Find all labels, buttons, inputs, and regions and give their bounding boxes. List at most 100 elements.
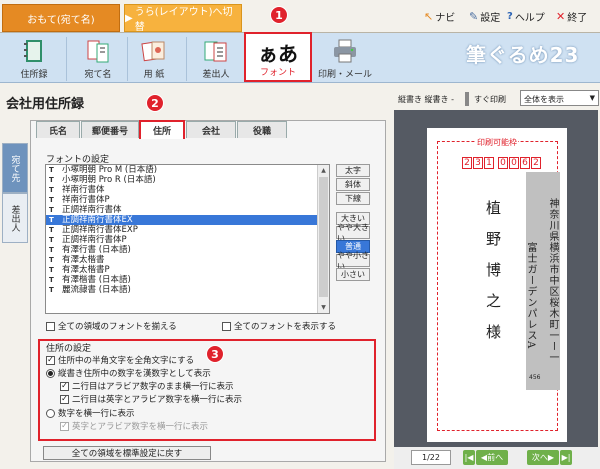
font-list-item[interactable]: T 有澤行書 (日本語)	[46, 245, 329, 255]
font-list-items: T 小塚明朝 Pro M (日本語) T 小塚明朝 Pro R (日本語) T 祥南行書体…	[46, 165, 329, 295]
font-list-item[interactable]: T 小塚明朝 Pro R (日本語)	[46, 175, 329, 185]
tab-switch-back[interactable]: ▶ うら(レイアウト)へ切替	[124, 4, 242, 33]
postal-digit: 1	[484, 157, 494, 169]
scroll-up-icon[interactable]: ▲	[318, 165, 329, 175]
font-name: 祥南行書体P	[62, 195, 110, 205]
help-link[interactable]: ? ヘルプ	[507, 9, 545, 24]
navi-link[interactable]: ↖ ナビ	[424, 9, 455, 24]
row2-alnum-checkbox[interactable]: ✓ 二行目は英字とアラビア数字を横一行に表示	[60, 393, 242, 405]
close-icon: ✕	[556, 10, 566, 23]
alnum-horizontal-label: 英字とアラビア数字を横一行に表示	[72, 422, 209, 432]
settings-link[interactable]: ✎ 設定	[469, 9, 500, 24]
category-addressee[interactable]: 宛て先	[2, 143, 28, 193]
size-button[interactable]: やや小さい	[336, 251, 370, 271]
font-name: 有澤太楷書	[62, 255, 105, 265]
tab-address[interactable]: 住所	[139, 120, 185, 139]
address-line-1[interactable]: 神奈川県横浜市中区桜木町一ー一	[538, 172, 560, 390]
font-list-item[interactable]: T 正調祥南行書体EX	[46, 215, 329, 225]
address-number: 456	[529, 374, 541, 381]
tab-postal-code[interactable]: 郵便番号	[81, 121, 139, 138]
category-sender[interactable]: 差出人	[2, 193, 28, 243]
font-list-item[interactable]: T 正調祥南行書体	[46, 205, 329, 215]
tab-name[interactable]: 氏名	[36, 121, 80, 138]
font-list-item[interactable]: T 祥南行書体P	[46, 195, 329, 205]
font-list-item[interactable]: T 麗流隷書 (日本語)	[46, 285, 329, 295]
cursor-arrow-icon: ↖	[424, 10, 434, 23]
prev-page-button[interactable]: ◀ 前へ	[476, 450, 508, 465]
address-book-title: 会社用住所録	[6, 97, 85, 112]
check-icon: ✓	[46, 355, 55, 365]
ribbon-addressee-button[interactable]: 宛て名	[68, 35, 128, 83]
font-list-item[interactable]: T 正調祥南行書体EXP	[46, 225, 329, 235]
size-button[interactable]: 小さい	[336, 268, 370, 281]
truetype-icon: T	[49, 266, 54, 274]
font-list-item[interactable]: T 有澤楷書 (日本語)	[46, 275, 329, 285]
bold-button[interactable]: 太字	[336, 164, 370, 177]
alnum-horizontal-checkbox[interactable]: ✓ 英字とアラビア数字を横一行に表示	[60, 420, 208, 432]
badge-2-number: 2	[146, 94, 164, 112]
postal-digit: 0	[509, 157, 519, 169]
font-list-item[interactable]: T 正調祥南行書体P	[46, 235, 329, 245]
postal-digit: 3	[473, 157, 483, 169]
horizontal-number-radio[interactable]: 数字を横一行に表示	[46, 407, 135, 419]
ribbon-label-font: フォント	[259, 68, 296, 78]
first-page-button[interactable]: |◀	[463, 450, 475, 465]
tab-front-address[interactable]: おもて(宛て名)	[2, 4, 120, 32]
ribbon-label-paper: 用 紙	[143, 70, 165, 80]
ribbon-font-button[interactable]: ぁあ フォント	[244, 32, 312, 82]
font-list-item[interactable]: T 小塚明朝 Pro M (日本語)	[46, 165, 329, 175]
address-book-icon	[24, 40, 42, 62]
reset-defaults-button[interactable]: 全ての領域を標準設定に戻す	[43, 446, 211, 460]
italic-button[interactable]: 斜体	[336, 178, 370, 191]
fullwidth-checkbox[interactable]: ✓ 住所中の半角文字を全角文字にする	[46, 354, 194, 366]
font-name: 正調祥南行書体P	[62, 235, 127, 245]
address-line-2[interactable]: 富士ガーデンパレスA	[525, 172, 538, 390]
font-list-scrollbar[interactable]: ▲ ▼	[317, 165, 329, 313]
kanji-number-radio[interactable]: 縦書き住所中の数字を漢数字として表示	[46, 367, 211, 379]
postcard-icon	[87, 40, 109, 63]
postal-digit: 6	[520, 157, 530, 169]
last-page-button[interactable]: ▶|	[560, 450, 572, 465]
chevron-down-icon: ▼	[589, 94, 595, 102]
truetype-icon: T	[49, 196, 54, 204]
quit-label: 終了	[567, 13, 588, 24]
scroll-down-icon[interactable]: ▼	[318, 302, 329, 312]
ribbon-print-mail-button[interactable]: 印刷・メール	[310, 35, 380, 83]
recipient-name[interactable]: 植野博之様	[483, 200, 504, 355]
font-list-item[interactable]: T 有澤太楷書	[46, 255, 329, 265]
address-section-label: 住所の設定	[46, 344, 92, 354]
align-fonts-checkbox[interactable]: 全ての領域のフォントを揃える	[46, 320, 177, 332]
row2-arabic-checkbox[interactable]: ✓ 二行目はアラビア数字のまま横一行に表示	[60, 380, 234, 392]
underline-button[interactable]: 下線	[336, 192, 370, 205]
postal-digit: 2	[531, 157, 541, 169]
view-select[interactable]: 全体を表示 ▼	[520, 90, 599, 106]
font-list-item[interactable]: T 祥南行書体	[46, 185, 329, 195]
fullwidth-label: 住所中の半角文字を全角文字にする	[58, 356, 195, 366]
ribbon-sender-button[interactable]: 差出人	[186, 35, 246, 83]
last-page-icon: ▶|	[561, 453, 571, 462]
ribbon-label-addressee: 宛て名	[84, 70, 112, 80]
show-all-fonts-checkbox[interactable]: 全てのフォントを表示する	[222, 320, 336, 332]
printable-label: 印刷可能枠	[476, 137, 518, 148]
ribbon-address-book-button[interactable]: 住所録	[4, 35, 64, 83]
tab-title[interactable]: 役職	[237, 121, 287, 138]
scroll-thumb[interactable]	[319, 177, 328, 297]
quit-link[interactable]: ✕ 終了	[556, 9, 587, 24]
badge-1-number: 1	[270, 6, 288, 24]
postal-digit: 2	[462, 157, 472, 169]
badge-3: 3	[206, 345, 224, 363]
orientation-label[interactable]: 縦書き 縦書き -	[398, 94, 454, 105]
quick-print-button[interactable]: すぐ印刷	[474, 94, 506, 105]
radio-selected-icon	[46, 368, 55, 378]
next-page-button[interactable]: 次へ ▶	[527, 450, 559, 465]
postal-code-boxes[interactable]: 2310062	[462, 157, 541, 169]
tab-company[interactable]: 会社	[186, 121, 236, 138]
font-list[interactable]: T 小塚明朝 Pro M (日本語) T 小塚明朝 Pro R (日本語) T 祥南行書体…	[45, 164, 330, 314]
app-logo: 筆ぐるめ23	[466, 43, 580, 67]
settings-label: 設定	[480, 13, 501, 24]
truetype-icon: T	[49, 286, 54, 294]
ribbon-paper-button[interactable]: 用 紙	[124, 35, 184, 83]
font-name: 正調祥南行書体EXP	[62, 225, 138, 235]
font-list-item[interactable]: T 有澤太楷書P	[46, 265, 329, 275]
size-button[interactable]: やや大きい	[336, 223, 370, 243]
